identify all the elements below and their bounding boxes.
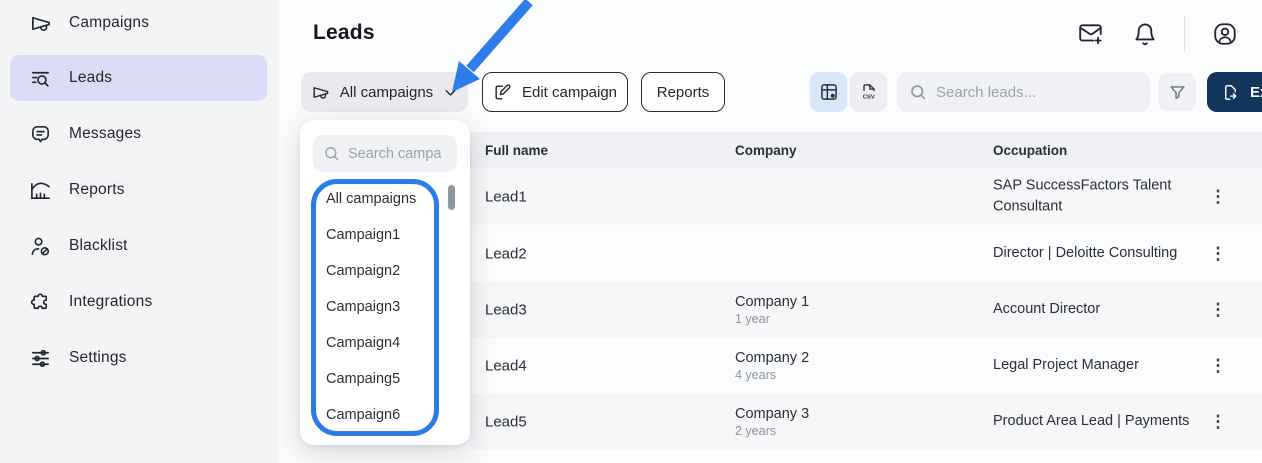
csv-view-toggle[interactable]: CSV xyxy=(850,72,887,112)
account-avatar-icon[interactable] xyxy=(1212,21,1238,47)
table-row[interactable]: Lead1 SAP SuccessFactors Talent Consulta… xyxy=(470,168,1262,225)
lead-company-cell: Company 2 4 years xyxy=(735,350,809,382)
notifications-bell-icon[interactable] xyxy=(1132,21,1158,47)
table-row[interactable]: Lead4 Company 2 4 years Legal Project Ma… xyxy=(470,338,1262,394)
search-campaigns-input[interactable] xyxy=(348,146,457,162)
table-row[interactable]: Lead3 Company 1 1 year Account Director … xyxy=(470,282,1262,338)
leads-search xyxy=(897,72,1150,112)
company-tenure: 2 years xyxy=(735,424,809,438)
row-menu-button[interactable]: ⋮ xyxy=(1206,242,1230,266)
lead-name: Lead4 xyxy=(485,358,527,375)
leads-page: Campaigns Leads Messages Reports Blackli… xyxy=(0,0,1262,463)
company-name: Company 3 xyxy=(735,406,809,422)
row-menu-button[interactable]: ⋮ xyxy=(1206,298,1230,322)
lead-name: Lead5 xyxy=(485,414,527,431)
megaphone-icon xyxy=(311,83,330,102)
campaign-option[interactable]: All campaigns xyxy=(326,181,416,217)
row-menu-button[interactable]: ⋮ xyxy=(1206,185,1230,209)
filter-button[interactable] xyxy=(1158,73,1196,111)
row-menu-button[interactable]: ⋮ xyxy=(1206,354,1230,378)
reports-button-label: Reports xyxy=(657,84,710,101)
lead-company-cell: Company 3 2 years xyxy=(735,406,809,438)
megaphone-icon xyxy=(29,12,52,35)
row-menu-button[interactable]: ⋮ xyxy=(1206,410,1230,434)
lead-name: Lead3 xyxy=(485,302,527,319)
export-button[interactable]: Exp xyxy=(1207,72,1262,112)
campaign-dropdown-search xyxy=(313,135,457,172)
campaign-dropdown-list: All campaigns Campaign1 Campaign2 Campai… xyxy=(326,181,416,433)
campaign-option[interactable]: Campaign1 xyxy=(326,217,416,253)
sidebar-item-label: Blacklist xyxy=(69,237,128,255)
lead-occupation: Legal Project Manager xyxy=(993,355,1199,377)
campaign-option[interactable]: Campaign3 xyxy=(326,289,416,325)
scrollbar-thumb[interactable] xyxy=(448,185,455,210)
sidebar-item-label: Integrations xyxy=(69,293,152,311)
funnel-icon xyxy=(1168,83,1187,102)
company-name: Company 1 xyxy=(735,294,809,310)
blocked-user-icon xyxy=(29,235,52,258)
edit-campaign-button[interactable]: Edit campaign xyxy=(482,72,628,112)
message-icon xyxy=(29,123,52,146)
sidebar-item-messages[interactable]: Messages xyxy=(10,111,267,157)
campaign-selector-label: All campaigns xyxy=(340,84,433,101)
search-leads-input[interactable] xyxy=(936,84,1138,101)
campaign-dropdown-panel: All campaigns Campaign1 Campaign2 Campai… xyxy=(300,120,470,445)
lead-occupation: Account Director xyxy=(993,299,1199,321)
lead-name: Lead2 xyxy=(485,245,527,262)
lead-company-cell: Company 1 1 year xyxy=(735,294,809,326)
column-header-occupation: Occupation xyxy=(993,143,1067,158)
sidebar: Campaigns Leads Messages Reports Blackli… xyxy=(0,0,278,463)
sidebar-item-label: Messages xyxy=(69,125,141,143)
sidebar-item-label: Leads xyxy=(69,69,112,87)
company-name: Company 2 xyxy=(735,350,809,366)
new-message-icon[interactable] xyxy=(1078,21,1104,47)
campaign-option[interactable]: Campaing5 xyxy=(326,361,416,397)
search-icon xyxy=(909,83,927,101)
reports-button[interactable]: Reports xyxy=(641,72,725,112)
lead-occupation: SAP SuccessFactors Talent Consultant xyxy=(993,175,1199,219)
table-header-row: Full name Company Occupation xyxy=(470,132,1262,168)
svg-text:CSV: CSV xyxy=(862,94,874,100)
campaign-option[interactable]: Campaign6 xyxy=(326,397,416,433)
csv-file-icon: CSV xyxy=(859,82,879,102)
sidebar-item-blacklist[interactable]: Blacklist xyxy=(10,223,267,269)
campaign-option[interactable]: Campaign4 xyxy=(326,325,416,361)
table-row[interactable]: Lead5 Company 3 2 years Product Area Lea… xyxy=(470,394,1262,450)
table-settings-icon xyxy=(819,82,839,102)
sidebar-item-reports[interactable]: Reports xyxy=(10,167,267,213)
lead-name: Lead1 xyxy=(485,188,527,205)
campaign-option[interactable]: Campaign2 xyxy=(326,253,416,289)
sidebar-item-label: Settings xyxy=(69,349,127,367)
sidebar-item-label: Campaigns xyxy=(69,14,149,32)
export-button-label: Exp xyxy=(1250,84,1262,101)
table-row[interactable]: Lead2 Director | Deloitte Consulting ⋮ xyxy=(470,225,1262,282)
leads-search-icon xyxy=(29,67,52,90)
sliders-icon xyxy=(29,347,52,370)
topbar-divider xyxy=(1184,16,1185,52)
puzzle-icon xyxy=(29,291,52,314)
chevron-down-icon xyxy=(443,83,458,102)
sidebar-item-integrations[interactable]: Integrations xyxy=(10,279,267,325)
campaign-selector-button[interactable]: All campaigns xyxy=(301,72,468,112)
sidebar-item-leads[interactable]: Leads xyxy=(10,55,267,101)
sidebar-item-settings[interactable]: Settings xyxy=(10,335,267,381)
company-tenure: 1 year xyxy=(735,312,809,326)
chart-icon xyxy=(29,179,52,202)
edit-pencil-icon xyxy=(493,83,512,102)
sidebar-item-campaigns[interactable]: Campaigns xyxy=(10,0,267,46)
company-tenure: 4 years xyxy=(735,368,809,382)
search-icon xyxy=(323,145,340,162)
column-header-company: Company xyxy=(735,143,797,158)
export-file-icon xyxy=(1221,83,1240,102)
edit-campaign-label: Edit campaign xyxy=(522,84,617,101)
sidebar-item-label: Reports xyxy=(69,181,125,199)
table-view-toggle[interactable] xyxy=(810,72,847,112)
page-title: Leads xyxy=(313,21,375,45)
column-header-full-name: Full name xyxy=(485,143,548,158)
